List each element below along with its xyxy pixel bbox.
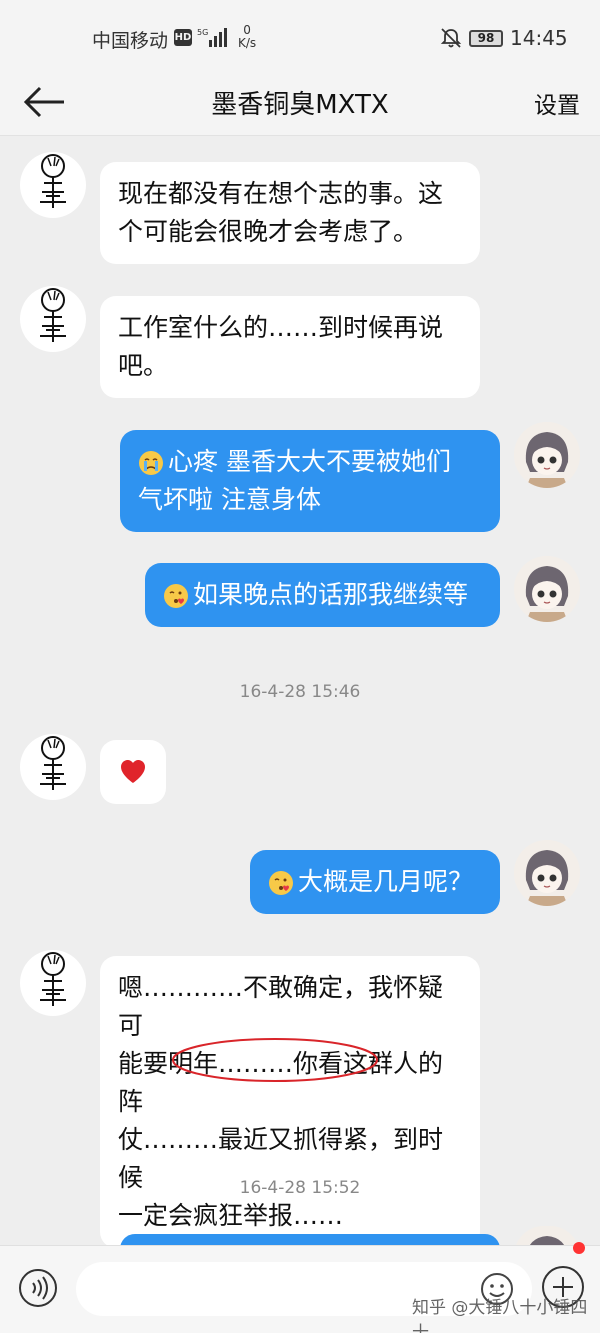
carrier-name: 中国移动 xyxy=(92,30,169,52)
network-speed: 0 K/s xyxy=(238,24,256,50)
message-line: 如果晚点的话那我继续等 xyxy=(193,580,469,609)
contact-avatar[interactable] xyxy=(20,950,86,1016)
message-line: 个可能会很晚才会考虑了。 xyxy=(118,217,419,246)
my-avatar[interactable] xyxy=(514,422,580,488)
notification-dot xyxy=(573,1242,585,1254)
message-bubble-incoming[interactable]: 嗯…………不敢确定，我怀疑可 能要明年………你看这群人的阵 仗………最近又抓得紧… xyxy=(100,956,480,1248)
crying-face-icon xyxy=(139,451,163,475)
message-line: 一定会疯狂举报…… xyxy=(118,1201,344,1230)
message-timestamp: 16-4-28 15:52 xyxy=(239,1178,361,1198)
message-line: 吧。 xyxy=(118,351,169,380)
signal-icon: 5G xyxy=(197,28,227,47)
anime-girl-avatar-icon xyxy=(514,422,580,488)
settings-button[interactable]: 设置 xyxy=(534,86,580,120)
message-line: 工作室什么的……到时候再说 xyxy=(118,313,444,342)
stick-figure-avatar-icon xyxy=(40,952,66,1006)
status-bar: 中国移动 HD 5G 0 K/s 98 14:45 xyxy=(0,0,600,70)
blowing-kiss-icon xyxy=(164,584,188,608)
chat-header: 墨香铜臭MXTX 设置 xyxy=(0,70,600,136)
stick-figure-avatar-icon xyxy=(40,736,66,790)
message-line: 心疼 墨香大大不要被她们 xyxy=(168,447,451,476)
message-line: 大概是几月呢？ xyxy=(298,867,474,896)
message-bubble-outgoing[interactable]: 大概是几月呢？ xyxy=(250,850,500,914)
voice-icon[interactable] xyxy=(18,1268,58,1308)
message-bubble-incoming[interactable]: 现在都没有在想个志的事。这 个可能会很晚才会考虑了。 xyxy=(100,162,480,264)
stick-figure-avatar-icon xyxy=(40,154,66,208)
my-avatar[interactable] xyxy=(514,556,580,622)
anime-girl-avatar-icon xyxy=(514,556,580,622)
message-timestamp: 16-4-28 15:46 xyxy=(239,682,361,702)
message-line: 气坏啦 注意身体 xyxy=(138,485,321,514)
my-avatar[interactable] xyxy=(514,840,580,906)
message-line: 现在都没有在想个志的事。这 xyxy=(118,179,444,208)
battery-indicator: 98 xyxy=(469,30,503,47)
chat-title: 墨香铜臭MXTX xyxy=(211,90,389,120)
message-line: 嗯…………不敢确定，我怀疑可 xyxy=(118,973,444,1040)
anime-girl-avatar-icon xyxy=(514,840,580,906)
red-heart-icon xyxy=(121,760,145,783)
blowing-kiss-icon xyxy=(269,871,293,895)
svg-text:5G: 5G xyxy=(197,28,208,37)
message-bubble-incoming[interactable]: 工作室什么的……到时候再说 吧。 xyxy=(100,296,480,398)
contact-avatar[interactable] xyxy=(20,286,86,352)
message-bubble-outgoing[interactable]: 如果晚点的话那我继续等 xyxy=(145,563,500,627)
speed-unit: K/s xyxy=(238,36,257,50)
message-bubble-incoming[interactable] xyxy=(100,740,166,804)
contact-avatar[interactable] xyxy=(20,152,86,218)
message-bubble-outgoing[interactable]: 心疼 墨香大大不要被她们 气坏啦 注意身体 xyxy=(120,430,500,532)
stick-figure-avatar-icon xyxy=(40,288,66,342)
red-circle-annotation xyxy=(172,1038,378,1082)
hd-badge: HD xyxy=(174,29,192,46)
clock: 14:45 xyxy=(510,26,568,50)
bell-muted-icon xyxy=(440,28,462,48)
zhihu-watermark: 知乎 @大锤八十小锤四十 xyxy=(412,1298,588,1333)
contact-avatar[interactable] xyxy=(20,734,86,800)
